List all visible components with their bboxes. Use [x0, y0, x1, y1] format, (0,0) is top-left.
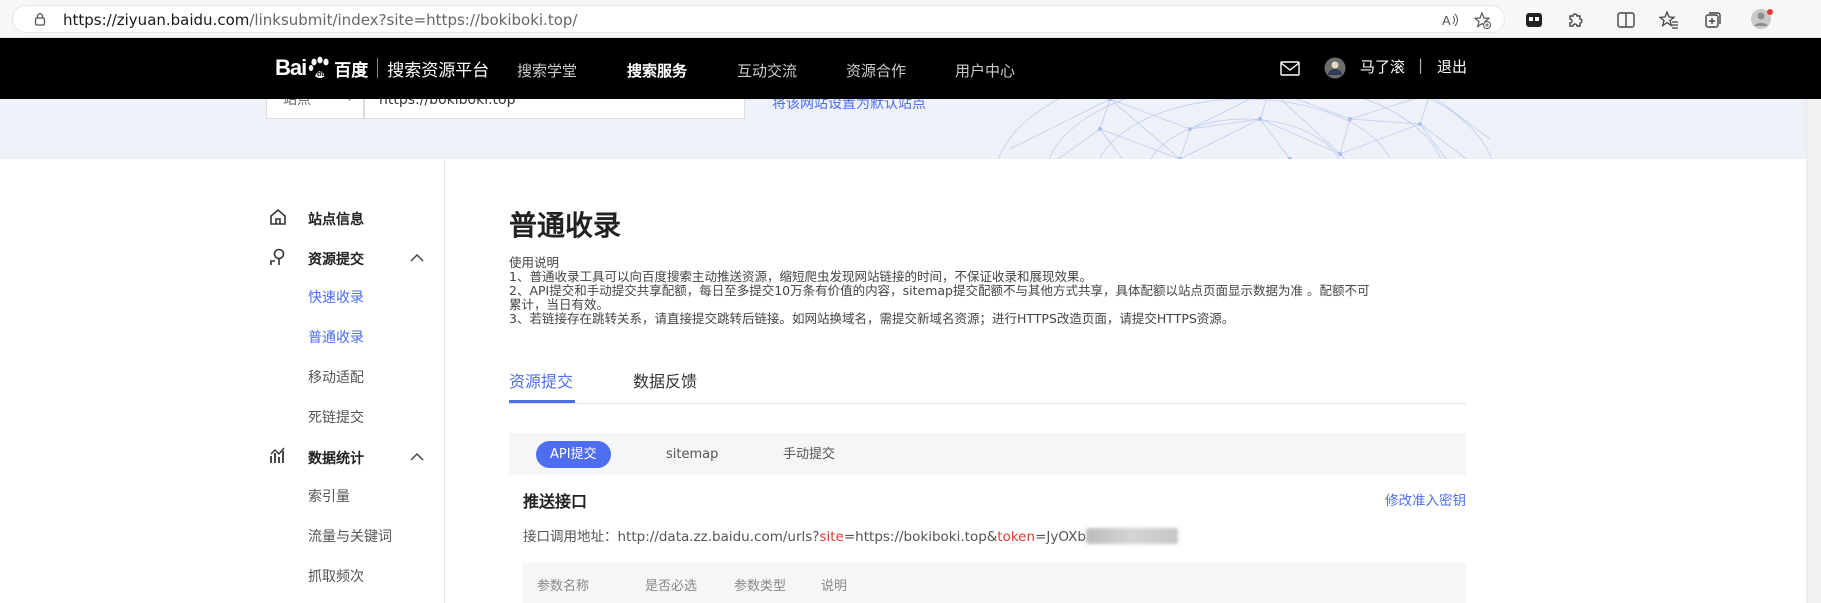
- home-icon: [270, 208, 286, 225]
- push-interface-card: 推送接口 修改准入密钥 接口调用地址：http://data.zz.baidu.…: [509, 475, 1466, 603]
- site-header: Bai du 百度 搜索资源平台 搜索学堂 搜索服务 互动交流 资源合作 用户中…: [0, 38, 1821, 99]
- usage-description: 使用说明 1、普通收录工具可以向百度搜索主动推送资源，缩短爬虫发现网站链接的时间…: [509, 256, 1464, 326]
- redacted-token: [1085, 528, 1178, 544]
- browser-toolbar: https://ziyuan.baidu.com/linksubmit/inde…: [0, 0, 1821, 38]
- sidebar-item-traffic-keywords[interactable]: 流量与关键词: [308, 526, 392, 546]
- baidu-logo[interactable]: Bai du 百度 搜索资源平台: [275, 52, 489, 84]
- chevron-up-icon[interactable]: [410, 452, 424, 462]
- sidebar-item-normal-index[interactable]: 普通收录: [308, 327, 364, 347]
- params-table-header: 参数名称 是否必选 参数类型 说明: [523, 563, 1466, 603]
- sidebar-item-mobile-adapt[interactable]: 移动适配: [308, 367, 364, 387]
- tab-resource-submit[interactable]: 资源提交: [509, 368, 573, 392]
- resource-submit-icon: [270, 248, 285, 265]
- split-screen-icon[interactable]: [1616, 10, 1636, 30]
- username[interactable]: 马了滚: [1360, 56, 1405, 77]
- site-selector-bar: 站点 https://bokiboki.top 将该网站设置为默认站点: [0, 99, 1821, 159]
- subtab-manual-submit[interactable]: 手动提交: [783, 441, 835, 468]
- page-title: 普通收录: [509, 209, 622, 242]
- read-aloud-icon[interactable]: A: [1441, 11, 1459, 29]
- sidebar: 站点信息 资源提交 快速收录 普通收录 移动适配 死链提交 数据统计 索引量 流…: [0, 159, 445, 603]
- set-default-site-link[interactable]: 将该网站设置为默认站点: [772, 99, 926, 113]
- svg-text:A: A: [1442, 13, 1451, 28]
- push-interface-title: 推送接口: [523, 492, 588, 511]
- desc-line-2-cont: 累计，当日有效。: [509, 297, 610, 312]
- chevron-down-icon: [347, 99, 352, 101]
- logout-link[interactable]: 退出: [1437, 56, 1467, 77]
- th-param-type: 参数类型: [734, 579, 787, 594]
- nav-user-center[interactable]: 用户中心: [955, 60, 1015, 81]
- collections-icon[interactable]: [1703, 10, 1723, 30]
- nav-resource-cooperation[interactable]: 资源合作: [846, 60, 906, 81]
- favorite-add-icon[interactable]: [1473, 11, 1491, 29]
- submit-method-tabs: API提交 sitemap 手动提交: [509, 433, 1466, 475]
- th-description: 说明: [821, 579, 848, 594]
- paw-icon: du: [308, 56, 329, 78]
- site-url-input[interactable]: https://bokiboki.top: [364, 99, 745, 119]
- api-url[interactable]: 接口调用地址：http://data.zz.baidu.com/urls?sit…: [523, 525, 1178, 545]
- nav-interaction[interactable]: 互动交流: [737, 60, 797, 81]
- desc-heading: 使用说明: [509, 255, 560, 270]
- tab-data-feedback[interactable]: 数据反馈: [633, 368, 697, 392]
- svg-text:du: du: [317, 71, 326, 78]
- chevron-up-icon[interactable]: [410, 253, 424, 263]
- logo-divider: [377, 58, 379, 78]
- sidebar-item-dead-link[interactable]: 死链提交: [308, 407, 364, 427]
- url-text: https://ziyuan.baidu.com/linksubmit/inde…: [63, 11, 578, 29]
- site-type-select[interactable]: 站点: [266, 99, 364, 119]
- sidebar-item-resource-submit[interactable]: 资源提交: [308, 249, 364, 269]
- profile-avatar-icon[interactable]: [1750, 7, 1774, 31]
- active-tab-indicator: [509, 400, 575, 403]
- globe-decoration: [998, 99, 1492, 159]
- header-separator: |: [1418, 56, 1424, 74]
- subtab-sitemap[interactable]: sitemap: [666, 441, 718, 468]
- sidebar-item-site-info[interactable]: 站点信息: [308, 209, 364, 229]
- puzzle-extensions-icon[interactable]: [1566, 10, 1586, 30]
- th-param-name: 参数名称: [537, 579, 590, 594]
- platform-title: 搜索资源平台: [387, 60, 490, 81]
- th-required: 是否必选: [645, 579, 698, 594]
- sidebar-item-index-volume[interactable]: 索引量: [308, 486, 350, 506]
- subtab-api-submit[interactable]: API提交: [536, 441, 611, 468]
- main-tabs: 资源提交 数据反馈: [509, 362, 1466, 404]
- desc-line-3: 3、若链接存在跳转关系，请直接提交跳转后链接。如网站换域名，需提交新域名资源；进…: [509, 311, 1235, 326]
- favorites-icon[interactable]: [1659, 10, 1679, 30]
- chart-icon: [270, 447, 285, 463]
- address-bar[interactable]: https://ziyuan.baidu.com/linksubmit/inde…: [12, 5, 1505, 33]
- nav-search-service[interactable]: 搜索服务: [627, 60, 687, 81]
- sidebar-item-quick-index[interactable]: 快速收录: [308, 287, 364, 307]
- sidebar-item-data-stats[interactable]: 数据统计: [308, 448, 364, 468]
- user-avatar[interactable]: [1324, 57, 1346, 79]
- extension-icon[interactable]: [1524, 10, 1544, 30]
- mail-icon[interactable]: [1280, 61, 1300, 76]
- desc-line-1: 1、普通收录工具可以向百度搜索主动推送资源，缩短爬虫发现网站链接的时间，不保证收…: [509, 269, 1092, 284]
- nav-search-academy[interactable]: 搜索学堂: [517, 60, 577, 81]
- lock-icon: [34, 13, 46, 26]
- modify-key-link[interactable]: 修改准入密钥: [1385, 489, 1466, 509]
- desc-line-2: 2、API提交和手动提交共享配额，每日至多提交10万条有价值的内容，sitema…: [509, 283, 1370, 298]
- sidebar-item-crawl-frequency[interactable]: 抓取频次: [308, 566, 364, 586]
- page-scrollbar[interactable]: [1806, 99, 1821, 603]
